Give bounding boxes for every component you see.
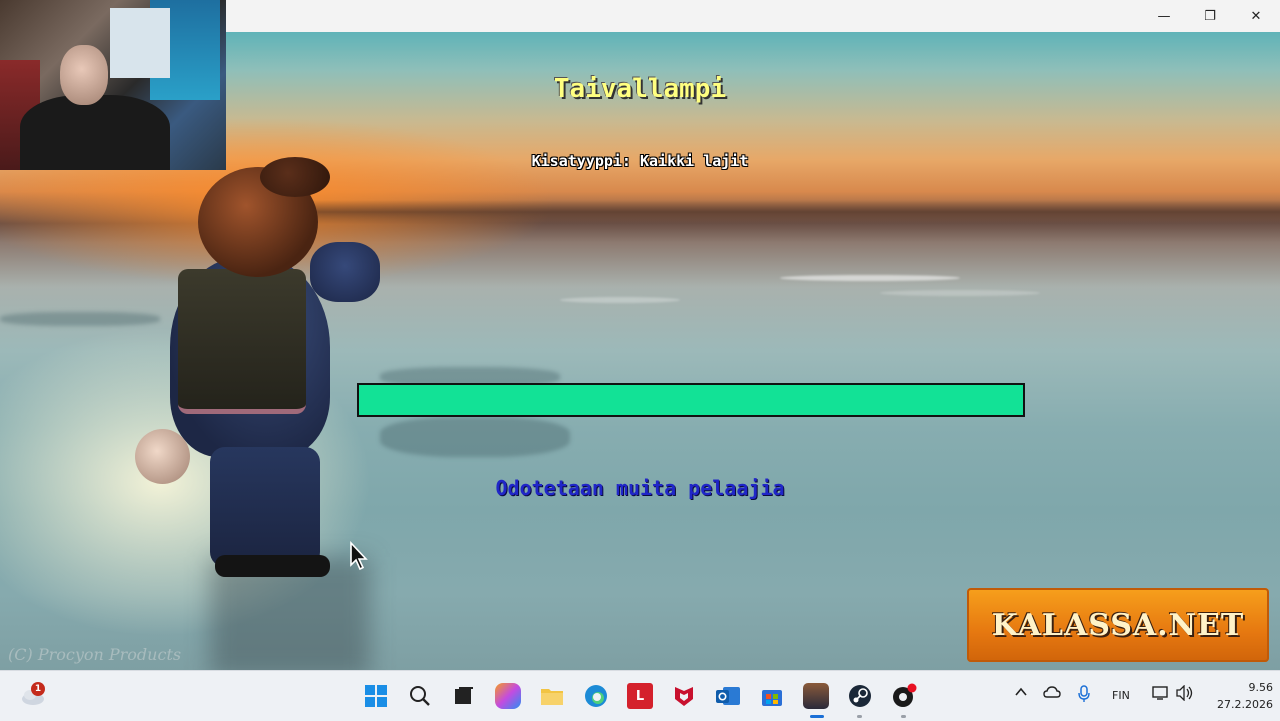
taskbar: 1 L FIN 9.56 27.2.2026: [0, 670, 1280, 721]
copilot-icon[interactable]: [495, 683, 521, 709]
media-app-icon[interactable]: [891, 683, 917, 709]
game-app-icon[interactable]: [803, 683, 829, 709]
copyright-text: (C) Procyon Products: [8, 645, 182, 664]
show-hidden-icons-chevron-icon[interactable]: [1014, 685, 1028, 703]
mcafee-icon[interactable]: [671, 683, 697, 709]
maximize-button[interactable]: ❐: [1187, 0, 1233, 32]
kalassa-logo: KALASSA.NET: [967, 588, 1269, 662]
backpack: [178, 269, 306, 414]
close-button[interactable]: ✕: [1233, 0, 1279, 32]
running-app-indicator: [857, 715, 862, 718]
clock-time: 9.56: [1248, 681, 1274, 694]
microsoft-store-icon[interactable]: [759, 683, 785, 709]
steam-icon[interactable]: [847, 683, 873, 709]
ice-crack: [380, 417, 570, 457]
network-icon[interactable]: [1151, 685, 1169, 705]
horizon: [250, 200, 1280, 224]
onedrive-status-icon[interactable]: [1043, 685, 1061, 705]
notification-badge: 1: [31, 682, 45, 696]
edge-icon[interactable]: [583, 683, 609, 709]
task-view-icon[interactable]: [451, 683, 477, 709]
ice-highlight: [560, 297, 680, 303]
volume-icon[interactable]: [1176, 684, 1194, 705]
webcam-overlay: [0, 0, 226, 170]
ice-highlight: [780, 275, 960, 281]
system-clock[interactable]: 9.56 27.2.2026: [1203, 679, 1273, 713]
microphone-icon[interactable]: [1078, 685, 1090, 707]
outlook-icon[interactable]: [715, 683, 741, 709]
fisherman-character: [130, 157, 390, 577]
start-icon[interactable]: [363, 683, 389, 709]
loading-progress-bar: [357, 383, 1025, 417]
l-app-icon[interactable]: L: [627, 683, 653, 709]
mouse-cursor-icon: [350, 541, 368, 571]
logo-text: KALASSA.NET: [991, 607, 1245, 643]
file-explorer-icon[interactable]: [539, 683, 565, 709]
search-icon[interactable]: [407, 683, 433, 709]
active-app-indicator: [810, 715, 824, 718]
language-indicator[interactable]: FIN: [1112, 689, 1130, 702]
waiting-status-text: Odotetaan muita pelaajia: [495, 476, 785, 500]
clock-date: 27.2.2026: [1217, 698, 1273, 711]
minimize-button[interactable]: —: [1141, 0, 1187, 32]
progress-fill: [359, 385, 1023, 415]
ice-highlight: [880, 290, 1040, 296]
running-app-indicator: [901, 715, 906, 718]
